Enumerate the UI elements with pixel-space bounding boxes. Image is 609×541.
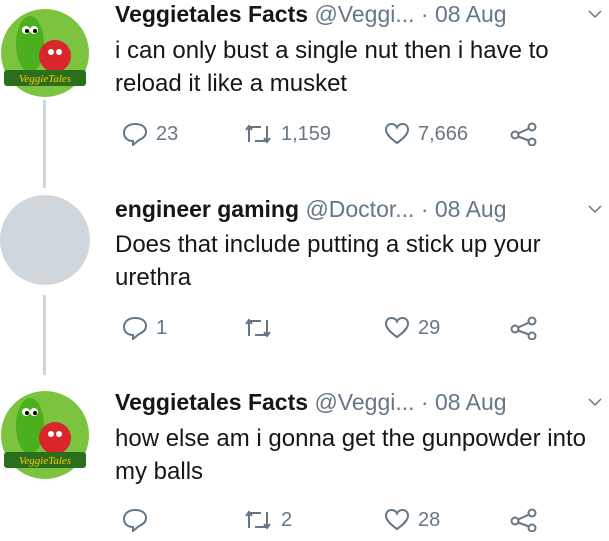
retweet-count: 2 <box>281 508 293 531</box>
retweet-button[interactable] <box>243 316 281 340</box>
heart-icon <box>384 508 410 531</box>
display-name[interactable]: engineer gaming <box>115 196 299 222</box>
handle[interactable]: @Veggi... <box>314 1 414 27</box>
retweet-icon <box>245 510 271 530</box>
handle[interactable]: @Veggi... <box>314 389 414 415</box>
reply-icon <box>122 122 148 146</box>
share-button[interactable] <box>510 122 538 146</box>
avatar[interactable] <box>0 195 90 285</box>
tweet[interactable]: engineer gaming @Doctor... · 08 Aug Does… <box>0 190 609 365</box>
tweet-text: how else am i gonna get the gunpowder in… <box>115 425 586 485</box>
chevron-down-icon[interactable] <box>587 201 603 217</box>
reply-button[interactable]: 23 <box>122 122 178 146</box>
timestamp[interactable]: · 08 Aug <box>421 196 507 222</box>
handle[interactable]: @Doctor... <box>305 196 414 222</box>
like-count: 29 <box>418 316 441 339</box>
share-icon <box>510 508 537 532</box>
share-button[interactable] <box>510 508 538 532</box>
tweet-header: engineer gaming @Doctor... · 08 Aug <box>115 195 605 223</box>
avatar[interactable]: VeggieTales <box>0 8 90 98</box>
chevron-down-icon[interactable] <box>587 6 603 22</box>
tweet-text: Does that include putting a stick up you… <box>115 231 541 291</box>
chevron-down-icon[interactable] <box>587 394 603 410</box>
like-button[interactable]: 29 <box>384 316 440 340</box>
avatar-logo-text: VeggieTales <box>19 73 71 85</box>
retweet-button[interactable]: 1,159 <box>243 122 331 146</box>
share-icon <box>510 122 537 146</box>
retweet-button[interactable]: 2 <box>243 508 292 532</box>
display-name[interactable]: Veggietales Facts <box>115 389 308 415</box>
tweet-text: i can only bust a single nut then i have… <box>115 37 549 97</box>
heart-icon <box>384 122 410 145</box>
retweet-icon <box>245 318 271 338</box>
heart-icon <box>384 316 410 339</box>
tweet[interactable]: VeggieTales Veggietales Facts @Veggi... … <box>0 380 609 541</box>
avatar-logo-text: VeggieTales <box>19 455 71 467</box>
retweet-icon <box>245 124 271 144</box>
like-count: 28 <box>418 508 441 531</box>
timestamp[interactable]: · 08 Aug <box>421 389 507 415</box>
reply-count: 23 <box>156 122 179 145</box>
display-name[interactable]: Veggietales Facts <box>115 1 308 27</box>
reply-count: 1 <box>156 316 168 339</box>
reply-icon <box>122 508 148 532</box>
share-icon <box>510 316 537 340</box>
share-button[interactable] <box>510 316 538 340</box>
reply-icon <box>122 316 148 340</box>
like-button[interactable]: 7,666 <box>384 122 468 146</box>
avatar[interactable]: VeggieTales <box>0 390 90 480</box>
like-button[interactable]: 28 <box>384 508 440 532</box>
timestamp[interactable]: · 08 Aug <box>421 1 507 27</box>
tweet-header: Veggietales Facts @Veggi... · 08 Aug <box>115 388 605 416</box>
reply-button[interactable]: 1 <box>122 316 167 340</box>
tweet[interactable]: VeggieTales Veggietales Facts @Veggi... … <box>0 0 609 190</box>
tweet-header: Veggietales Facts @Veggi... · 08 Aug <box>115 0 605 28</box>
retweet-count: 1,159 <box>281 122 332 145</box>
like-count: 7,666 <box>418 122 469 145</box>
reply-button[interactable] <box>122 508 156 532</box>
